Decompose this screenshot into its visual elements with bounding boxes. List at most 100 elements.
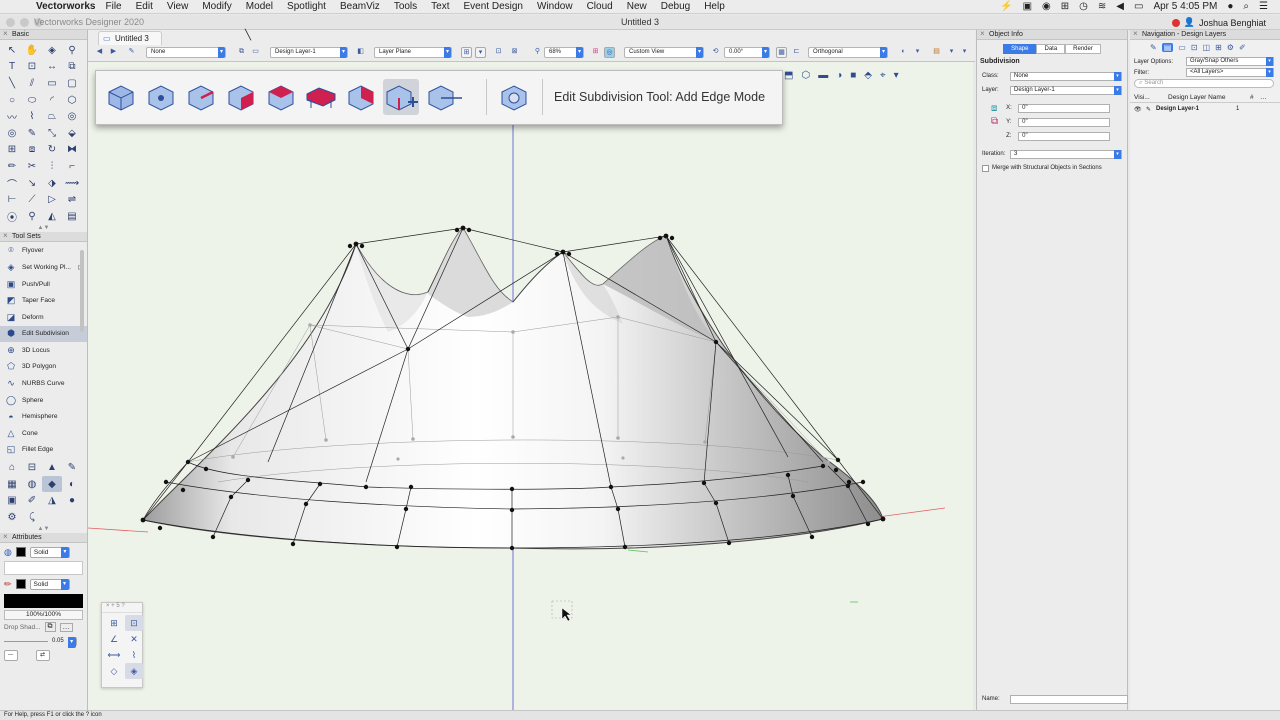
tab-untitled-3[interactable]: Untitled 3 [98,31,162,46]
column-layer-name[interactable]: Design Layer Name [1168,94,1250,101]
menu-beamviz[interactable]: BeamViz [340,1,380,12]
toolset-nurbs-curve[interactable]: ∿ NURBS Curve [0,375,87,392]
gear-icon[interactable]: ⚙ [2,509,22,526]
opacity-field[interactable]: 100%/100% [4,610,83,621]
pencil-tool-icon[interactable]: ✏ [2,158,22,175]
objects-icon[interactable]: ▲ [42,459,62,476]
drop-shadow-toggle[interactable]: ⧉ [44,622,56,633]
mode-transform-button[interactable] [103,79,139,115]
dims-icon[interactable]: ⊟ [22,459,42,476]
nav-references-icon[interactable]: ⊞ [1215,43,1222,52]
menu-app-name[interactable]: Vectorworks [36,1,95,12]
toolset-taper-face[interactable]: ◩ Taper Face [0,292,87,309]
clock-text[interactable]: Apr 5 4:05 PM [1153,1,1217,12]
menu-cloud[interactable]: Cloud [587,1,613,12]
layers-icon[interactable]: ⬘ [864,70,872,81]
snap-grid-icon[interactable]: ⊞ [105,615,123,631]
search-input[interactable]: ⌕ Search [1134,79,1274,88]
volume-icon[interactable]: ◀︎ [1116,1,1124,12]
active-class-select[interactable]: None [146,47,226,58]
2d-reshape-tool-icon[interactable]: ⊞ [2,142,22,159]
menu-text[interactable]: Text [431,1,449,12]
render-mode-icon[interactable]: ⊞ [590,47,601,58]
pan-tool-icon[interactable]: ✋ [22,42,42,59]
bounding-box-icon[interactable]: ⧈ [991,103,998,114]
active-plane-select[interactable]: Layer Plane [374,47,452,58]
visualization-icon[interactable]: ◍ [22,476,42,493]
column-visibility[interactable]: Visi... [1134,94,1168,101]
paint-bucket-tool-icon[interactable]: ⬙ [62,125,82,142]
back-arrow-icon[interactable]: ◀ [94,47,105,58]
column-more-icon[interactable]: … [1260,94,1267,101]
toolset-flyover[interactable]: ⌾ Flyover [0,243,87,260]
reference-point-icon[interactable]: ⧉ [991,116,998,127]
visualization-tool-icon[interactable]: ▤ [62,208,82,225]
nav-sheet-layers-icon[interactable]: ▭ [1178,43,1186,52]
toolset-3d-polygon[interactable]: ⬠ 3D Polygon [0,359,87,376]
drawing-area[interactable] [88,62,973,710]
attributes-palette-header[interactable]: Attributes [0,532,87,544]
pen-preview[interactable] [4,594,83,609]
column-number[interactable]: # [1250,94,1260,101]
active-layer-select[interactable]: Design Layer-1 [270,47,348,58]
clip-cube-icon[interactable]: ▦ [776,47,787,58]
trim-tool-icon[interactable]: ✂ [22,158,42,175]
extend-tool-icon[interactable]: ⟿ [62,175,82,192]
layer-row[interactable]: 👁 ✎ Design Layer-1 1 [1130,103,1280,115]
spotlight-icon[interactable]: ● [62,492,82,509]
clip-tool-icon[interactable]: ⬗ [42,175,62,192]
nav-classes-icon[interactable]: ✎ [1150,43,1157,52]
rotation-field[interactable]: 0.00° [724,47,770,58]
rotate-tool-icon[interactable]: ↻ [42,142,62,159]
chamfer-tool-icon[interactable]: ↘ [22,175,42,192]
visibility-eye-icon[interactable]: 👁 [1134,106,1146,113]
toolset-deform[interactable]: ◪ Deform [0,309,87,326]
fill-preview[interactable] [4,561,83,576]
menu-new[interactable]: New [627,1,647,12]
merge-checkbox[interactable] [982,164,989,172]
pencil-icon[interactable]: ✎ [62,459,82,476]
projection-select[interactable]: Orthogonal [808,47,888,58]
lock-icon[interactable]: ⊞ [1061,1,1069,12]
flyover-small-icon[interactable]: ⌖ [880,70,886,81]
nav-viewports-icon[interactable]: ⊡ [1191,43,1198,52]
rectangle-tool-icon[interactable]: ▭ [42,75,62,92]
oval-tool-icon[interactable]: ⬭ [22,92,42,109]
lighting-dropdown-icon[interactable]: ▾ [912,47,923,58]
menu-modify[interactable]: Modify [202,1,231,12]
pin-icon[interactable]: ⤹ [22,509,42,526]
class-visibility-icon[interactable]: ✎ [126,47,137,58]
tab-render[interactable]: Render [1065,44,1101,54]
view-sub-icon[interactable]: ▾ [475,47,486,58]
snap-tangent-icon[interactable]: ⌇ [125,647,143,663]
snap-surface-icon[interactable]: ◈ [125,663,143,679]
polyline-tool-icon[interactable]: ⌇ [22,108,42,125]
arrowhead-start-select[interactable]: — [4,649,18,661]
filter-select[interactable]: <All Layers> [1186,68,1274,77]
minimize-window-button[interactable] [20,18,29,27]
eyedropper-tool-icon[interactable]: ✎ [22,125,42,142]
detailing-icon[interactable]: ▣ [2,492,22,509]
view-angle-icon[interactable]: ◎ [604,47,615,58]
menu-model[interactable]: Model [246,1,273,12]
dimension-linear-tool-icon[interactable]: ⊢ [2,191,22,208]
menu-window[interactable]: Window [537,1,573,12]
drop-shadow-options-button[interactable]: … [59,622,73,632]
menu-help[interactable]: Help [704,1,725,12]
menu-file[interactable]: File [105,1,121,12]
flyover-tool-icon[interactable]: ◈ [42,42,62,59]
mode-add-edge-button[interactable] [383,79,419,115]
extrude-icon[interactable]: ▬ [818,70,828,81]
text-tool-icon[interactable]: T [2,59,22,76]
time-machine-icon[interactable]: ◷ [1079,1,1088,12]
furniture-icon[interactable]: ▦ [2,476,22,493]
layer-options-select[interactable]: Gray/Snap Others [1186,57,1274,66]
double-line-tool-icon[interactable]: ⫽ [22,75,42,92]
mode-crease-button[interactable] [263,79,299,115]
lighting-icon[interactable]: ◮ [42,492,62,509]
class-select[interactable]: None [1010,71,1122,81]
mode-bridge-button[interactable] [303,79,339,115]
view-select[interactable]: Custom View [624,47,704,58]
offset-tool-icon[interactable]: ⧈ [22,142,42,159]
menu-event-design[interactable]: Event Design [464,1,523,12]
